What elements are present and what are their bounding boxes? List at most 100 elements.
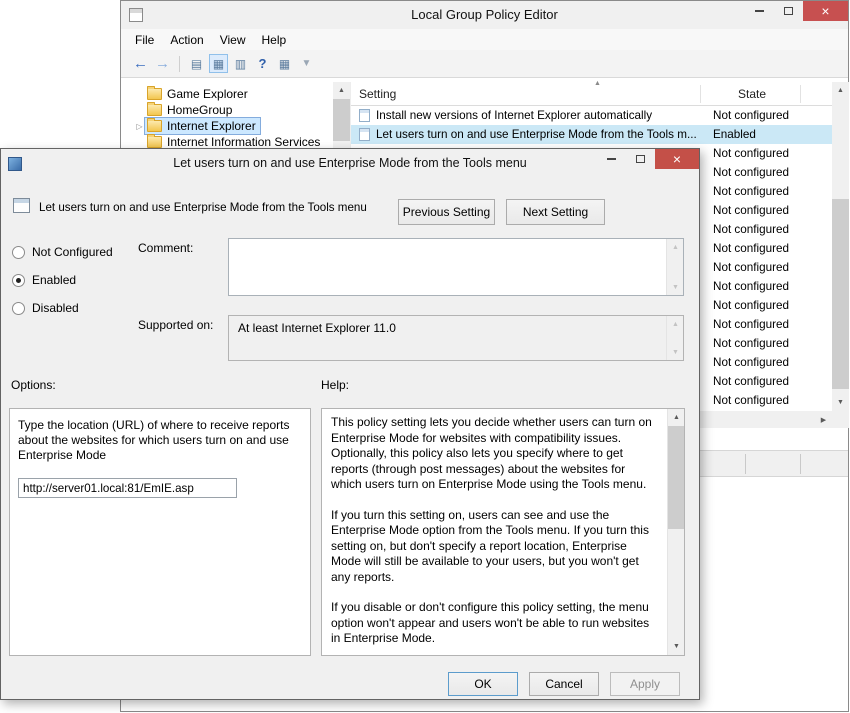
radio-label: Disabled xyxy=(32,301,79,315)
close-button[interactable]: × xyxy=(655,149,699,169)
tree-item-label: Internet Explorer xyxy=(167,119,256,133)
sort-asc-icon: ▲ xyxy=(594,80,601,87)
scroll-up-icon[interactable]: ▲ xyxy=(832,82,849,99)
setting-icon xyxy=(359,109,370,122)
scroll-down-icon[interactable]: ▼ xyxy=(668,638,685,655)
list-header: ▲ Setting State xyxy=(351,82,833,106)
minimize-button[interactable] xyxy=(745,1,774,21)
minimize-button[interactable] xyxy=(597,149,626,169)
policy-icon xyxy=(13,198,30,213)
scroll-down-icon: ▼ xyxy=(667,279,684,296)
chevron-right-icon[interactable]: ▷ xyxy=(134,122,145,131)
help-panel: This policy setting lets you decide whet… xyxy=(321,408,685,656)
toolbar-separator xyxy=(179,56,180,72)
help-scrollbar[interactable]: ▲ ▼ xyxy=(667,409,684,655)
menu-file[interactable]: File xyxy=(127,31,162,49)
radio-label: Not Configured xyxy=(32,245,113,259)
setting-state: Not configured xyxy=(713,258,789,277)
options-description: Type the location (URL) of where to rece… xyxy=(10,409,310,463)
setting-state: Not configured xyxy=(713,220,789,239)
toolbar: ← → ▤ ▦ ▥ ? ▦ ▼ xyxy=(121,50,848,78)
close-button[interactable]: × xyxy=(803,1,848,21)
tree-item-internet-explorer[interactable]: ▷ Internet Explorer xyxy=(129,118,260,134)
standard-view-icon[interactable]: ▦ xyxy=(275,54,294,73)
ok-button[interactable]: OK xyxy=(448,672,518,696)
title-bar[interactable]: Local Group Policy Editor × xyxy=(121,1,848,29)
close-icon: × xyxy=(673,151,681,167)
tree-item-homegroup[interactable]: HomeGroup xyxy=(129,102,236,118)
export-list-icon[interactable]: ▥ xyxy=(231,54,250,73)
help-paragraph: If you turn this setting on, users can s… xyxy=(331,508,658,586)
vertical-scrollbar[interactable]: ▲ ▼ xyxy=(832,82,849,411)
column-divider[interactable] xyxy=(700,85,701,103)
radio-icon xyxy=(12,274,25,287)
supported-scrollbar: ▲ ▼ xyxy=(666,316,683,360)
dialog-title-bar[interactable]: Let users turn on and use Enterprise Mod… xyxy=(1,149,699,178)
help-text: This policy setting lets you decide whet… xyxy=(322,409,667,655)
tree-item-label: Game Explorer xyxy=(167,87,248,101)
folder-icon xyxy=(147,136,162,148)
menu-action[interactable]: Action xyxy=(162,31,211,49)
column-header-state[interactable]: State xyxy=(738,82,766,106)
radio-enabled[interactable]: Enabled xyxy=(12,272,76,288)
close-icon: × xyxy=(821,3,829,19)
help-paragraph: If you disable or don't configure this p… xyxy=(331,600,658,647)
report-url-input[interactable] xyxy=(18,478,237,498)
column-divider[interactable] xyxy=(800,85,801,103)
folder-icon xyxy=(147,88,162,100)
filter-icon[interactable]: ▼ xyxy=(297,54,316,73)
status-bar-divider xyxy=(800,454,801,474)
scroll-up-icon[interactable]: ▲ xyxy=(668,409,685,426)
radio-not-configured[interactable]: Not Configured xyxy=(12,244,113,260)
help-label: Help: xyxy=(321,378,349,392)
tree-item-game-explorer[interactable]: Game Explorer xyxy=(129,86,252,102)
setting-state: Not configured xyxy=(713,201,789,220)
setting-state: Not configured xyxy=(713,277,789,296)
supported-on-label: Supported on: xyxy=(138,318,213,332)
forward-icon[interactable]: → xyxy=(153,54,172,73)
help-icon[interactable]: ? xyxy=(253,54,272,73)
up-one-level-icon[interactable]: ▤ xyxy=(187,54,206,73)
window-controls: × xyxy=(745,1,848,21)
status-bar-divider xyxy=(745,454,746,474)
setting-name: Install new versions of Internet Explore… xyxy=(376,106,698,125)
radio-disabled[interactable]: Disabled xyxy=(12,300,79,316)
setting-state: Not configured xyxy=(713,296,789,315)
apply-button[interactable]: Apply xyxy=(610,672,680,696)
table-row[interactable]: Install new versions of Internet Explore… xyxy=(351,106,833,125)
maximize-button[interactable] xyxy=(774,1,803,21)
comment-input[interactable]: ▲ ▼ xyxy=(228,238,684,296)
setting-icon xyxy=(359,128,370,141)
previous-setting-button[interactable]: Previous Setting xyxy=(398,199,495,225)
setting-state: Not configured xyxy=(713,372,789,391)
options-label: Options: xyxy=(11,378,56,392)
maximize-button[interactable] xyxy=(626,149,655,169)
radio-icon xyxy=(12,302,25,315)
options-panel: Type the location (URL) of where to rece… xyxy=(9,408,311,656)
window-controls: × xyxy=(597,149,699,169)
scroll-up-icon[interactable]: ▲ xyxy=(333,82,350,99)
cancel-button[interactable]: Cancel xyxy=(529,672,599,696)
scroll-down-icon[interactable]: ▼ xyxy=(832,394,849,411)
scrollbar-thumb[interactable] xyxy=(668,426,684,529)
scroll-right-icon[interactable]: ▶ xyxy=(815,411,832,428)
column-header-setting[interactable]: Setting xyxy=(359,82,396,106)
menu-help[interactable]: Help xyxy=(254,31,295,49)
show-console-tree-icon[interactable]: ▦ xyxy=(209,54,228,73)
setting-state: Not configured xyxy=(713,391,789,410)
next-setting-button[interactable]: Next Setting xyxy=(506,199,605,225)
tree-item-label: HomeGroup xyxy=(167,103,232,117)
help-paragraph: This policy setting lets you decide whet… xyxy=(331,415,658,493)
menu-bar: File Action View Help xyxy=(121,29,848,50)
scrollbar-thumb[interactable] xyxy=(333,99,350,141)
setting-state: Not configured xyxy=(713,334,789,353)
setting-state: Not configured xyxy=(713,106,789,125)
table-row-selected[interactable]: Let users turn on and use Enterprise Mod… xyxy=(351,125,833,144)
scrollbar-thumb[interactable] xyxy=(832,199,849,389)
setting-name: Let users turn on and use Enterprise Mod… xyxy=(376,125,698,144)
setting-state: Not configured xyxy=(713,239,789,258)
menu-view[interactable]: View xyxy=(212,31,254,49)
policy-setting-dialog: Let users turn on and use Enterprise Mod… xyxy=(0,148,700,700)
minimize-icon xyxy=(755,10,764,12)
back-icon[interactable]: ← xyxy=(131,54,150,73)
